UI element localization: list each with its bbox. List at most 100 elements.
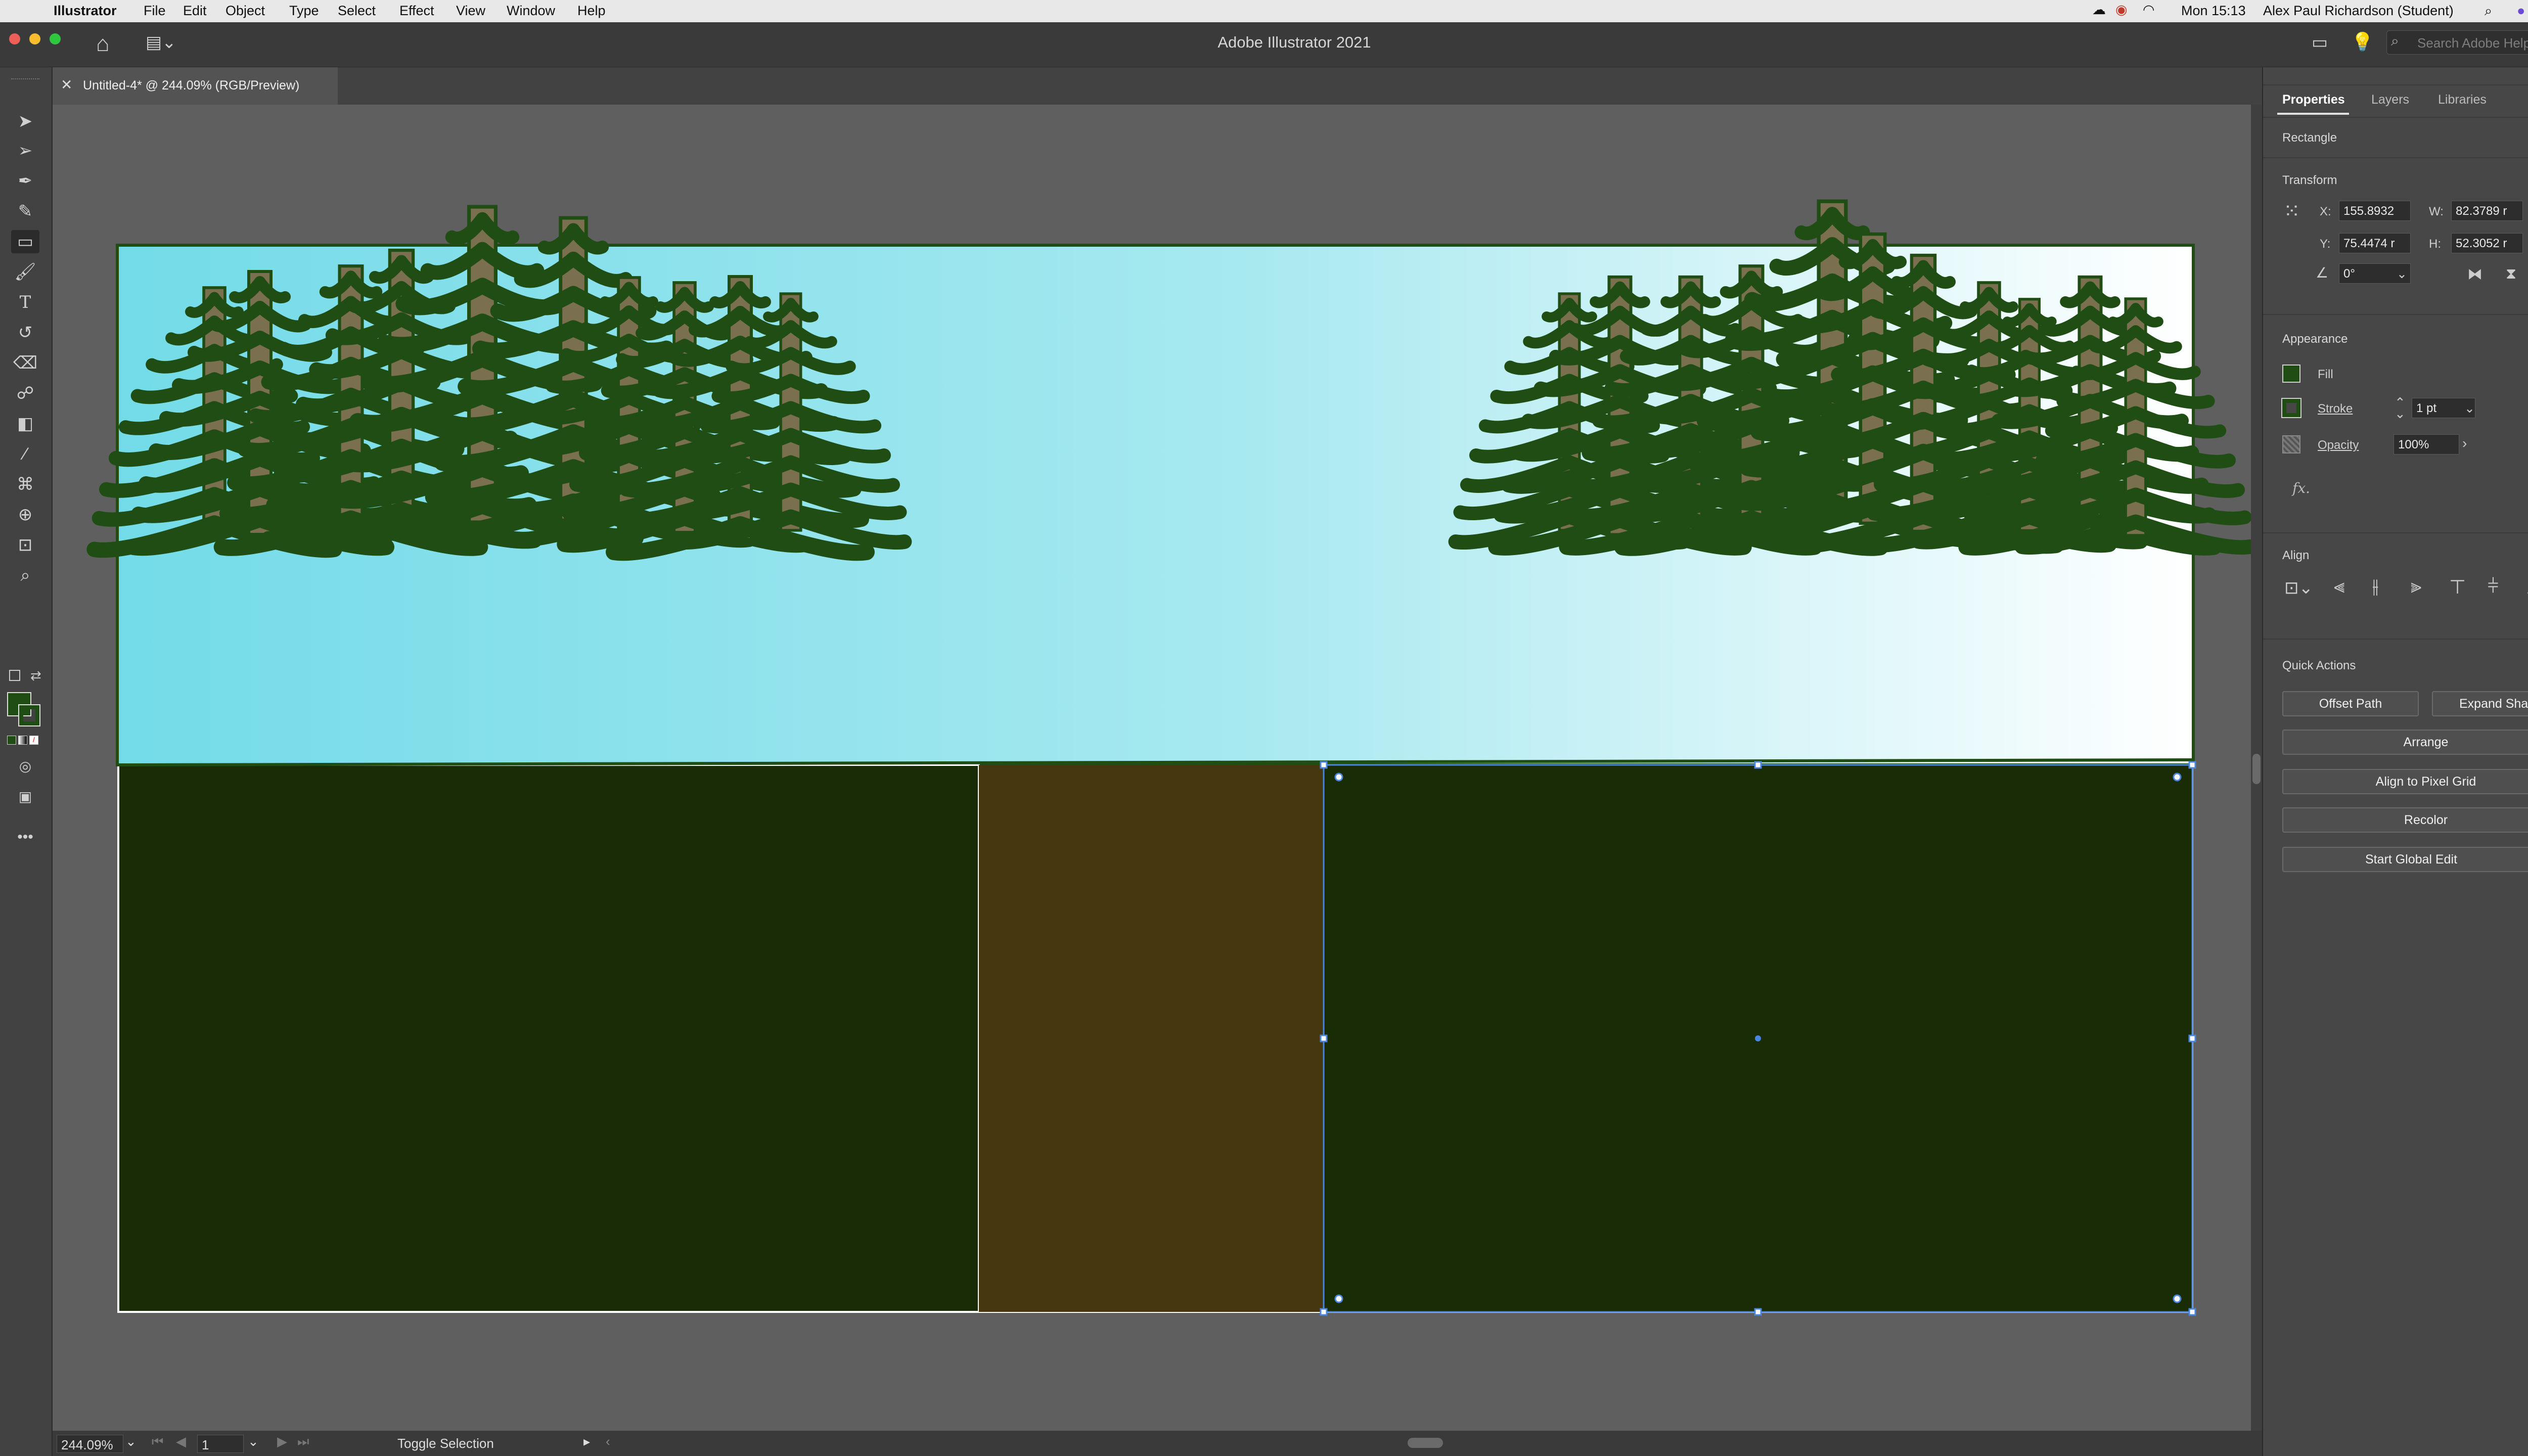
draw-mode-icon[interactable]: ◎ xyxy=(11,755,39,778)
help-search-input[interactable]: ⌕ Search Adobe Help xyxy=(2386,30,2528,55)
none-mode-icon[interactable]: / xyxy=(29,736,38,745)
stroke-dropdown-icon[interactable]: ⌄ xyxy=(2464,401,2475,416)
app-menu[interactable]: Illustrator xyxy=(54,3,117,19)
close-tab-icon[interactable]: ✕ xyxy=(61,76,72,93)
y-field[interactable]: 75.4474 r xyxy=(2339,233,2411,253)
stroke-color-swatch[interactable] xyxy=(2281,398,2301,418)
w-field[interactable]: 82.3789 r xyxy=(2451,201,2523,221)
wifi-icon[interactable]: ◠ xyxy=(2143,2,2155,18)
eraser-tool-icon[interactable]: ⌫ xyxy=(11,351,39,375)
warp-tool-icon[interactable]: ☍ xyxy=(11,382,39,405)
zoom-dropdown-icon[interactable]: ⌄ xyxy=(125,1434,137,1449)
align-bottom-icon[interactable]: ⊥ xyxy=(2526,576,2528,599)
path-rectangle[interactable] xyxy=(979,765,1324,1312)
flip-horizontal-icon[interactable]: ⧓ xyxy=(2467,265,2482,283)
shape-builder-tool-icon[interactable]: ⊕ xyxy=(11,503,39,526)
stroke-label[interactable]: Stroke xyxy=(2318,402,2353,416)
user-name[interactable]: Alex Paul Richardson (Student) xyxy=(2263,3,2454,19)
arrange-documents-icon[interactable]: ▭ xyxy=(2312,32,2328,53)
fx-effects-button[interactable]: fx. xyxy=(2292,480,2310,496)
arrange-button[interactable]: Arrange xyxy=(2282,730,2528,755)
zoom-tool-icon[interactable]: ⌕ xyxy=(11,564,39,587)
home-icon[interactable]: ⌂ xyxy=(96,31,110,57)
menu-help[interactable]: Help xyxy=(577,3,606,19)
artboard-number-field[interactable]: 1 xyxy=(197,1435,244,1453)
lightbulb-icon[interactable]: 💡 xyxy=(2351,31,2374,53)
clock[interactable]: Mon 15:13 xyxy=(2181,3,2246,19)
document-tab[interactable]: ✕ Untitled-4* @ 244.09% (RGB/Preview) xyxy=(53,67,338,105)
angle-dropdown-icon[interactable]: ⌄ xyxy=(2397,266,2407,282)
gradient-mode-icon[interactable] xyxy=(18,736,27,745)
menu-file[interactable]: File xyxy=(144,3,166,19)
edit-toolbar-icon[interactable]: ••• xyxy=(11,826,39,849)
fill-color-swatch[interactable] xyxy=(2282,365,2300,383)
scroll-left-icon[interactable]: ‹ xyxy=(606,1434,610,1449)
status-tool-label[interactable]: Toggle Selection xyxy=(397,1436,494,1451)
h-field[interactable]: 52.3052 r xyxy=(2451,233,2523,253)
artboard-tool-icon[interactable]: ⊡ xyxy=(11,533,39,557)
type-tool-icon[interactable]: T xyxy=(11,291,39,314)
close-window-button[interactable] xyxy=(9,33,20,44)
opacity-field[interactable]: 100% xyxy=(2394,434,2459,454)
menu-type[interactable]: Type xyxy=(289,3,319,19)
menu-effect[interactable]: Effect xyxy=(399,3,434,19)
tab-layers[interactable]: Layers xyxy=(2371,93,2409,107)
recording-icon[interactable]: ◉ xyxy=(2115,2,2128,18)
screen-mode-icon[interactable]: ▣ xyxy=(11,785,39,808)
reference-point-icon[interactable]: ⁙ xyxy=(2283,200,2300,223)
align-vertical-center-icon[interactable]: ⫩ xyxy=(2488,576,2499,598)
zoom-window-button[interactable] xyxy=(50,33,61,44)
recolor-button[interactable]: Recolor xyxy=(2282,807,2528,833)
tab-libraries[interactable]: Libraries xyxy=(2438,93,2487,107)
previous-artboard-icon[interactable]: ◀ xyxy=(176,1434,186,1449)
align-left-icon[interactable]: ⫷ xyxy=(2334,576,2344,598)
selection-tool-icon[interactable]: ➤ xyxy=(11,110,39,133)
workspace-switcher-icon[interactable]: ▤⌄ xyxy=(146,32,176,53)
menu-window[interactable]: Window xyxy=(507,3,555,19)
vertical-scroll-thumb[interactable] xyxy=(2252,754,2261,784)
canvas-area[interactable] xyxy=(53,105,2251,1431)
align-to-pixel-grid-button[interactable]: Align to Pixel Grid xyxy=(2282,769,2528,794)
offset-path-button[interactable]: Offset Path xyxy=(2282,691,2419,716)
eyedropper-tool-icon[interactable]: ⁄ xyxy=(11,442,39,466)
minimize-window-button[interactable] xyxy=(29,33,40,44)
flip-vertical-icon[interactable]: ⧗ xyxy=(2506,265,2516,283)
align-horizontal-center-icon[interactable]: ⫲ xyxy=(2372,576,2378,598)
next-artboard-icon[interactable]: ▶ xyxy=(277,1434,287,1449)
expand-shape-button[interactable]: Expand Shape xyxy=(2432,691,2528,716)
stroke-swatch[interactable] xyxy=(18,704,40,726)
toolbar-grip[interactable] xyxy=(11,78,39,82)
color-mode-icon[interactable] xyxy=(7,736,16,745)
creative-cloud-icon[interactable]: ☁ xyxy=(2092,2,2106,18)
last-artboard-icon[interactable]: ⏭ xyxy=(297,1434,309,1450)
stroke-stepper-icon[interactable]: ⌃ ⌄ xyxy=(2395,396,2406,420)
blend-tool-icon[interactable]: ⌘ xyxy=(11,473,39,496)
menu-view[interactable]: View xyxy=(456,3,485,19)
zoom-field[interactable]: 244.09% xyxy=(57,1435,123,1453)
artboard-dropdown-icon[interactable]: ⌄ xyxy=(248,1434,259,1449)
curvature-tool-icon[interactable]: ✎ xyxy=(11,200,39,223)
opacity-label[interactable]: Opacity xyxy=(2318,438,2359,452)
tab-properties[interactable]: Properties xyxy=(2282,93,2345,107)
default-colors-icon[interactable] xyxy=(9,670,20,681)
swap-colors-icon[interactable]: ⇄ xyxy=(30,668,41,684)
menu-edit[interactable]: Edit xyxy=(183,3,207,19)
pen-tool-icon[interactable]: ✒ xyxy=(11,169,39,193)
x-field[interactable]: 155.8932 xyxy=(2339,201,2411,221)
align-top-icon[interactable]: ⊤ xyxy=(2449,576,2466,599)
menu-select[interactable]: Select xyxy=(338,3,376,19)
opacity-expand-icon[interactable]: › xyxy=(2462,435,2467,451)
status-menu-icon[interactable]: ▸ xyxy=(583,1434,590,1449)
align-to-selection-icon[interactable]: ⊡⌄ xyxy=(2284,578,2313,598)
align-right-icon[interactable]: ⫸ xyxy=(2411,576,2421,598)
gradient-tool-icon[interactable]: ◧ xyxy=(11,412,39,435)
paintbrush-tool-icon[interactable]: 🖌 xyxy=(11,260,39,284)
menu-object[interactable]: Object xyxy=(225,3,265,19)
first-artboard-icon[interactable]: ⏮ xyxy=(152,1434,163,1450)
rectangle-tool-icon[interactable]: ▭ xyxy=(11,230,39,253)
start-global-edit-button[interactable]: Start Global Edit xyxy=(2282,847,2528,872)
rotate-tool-icon[interactable]: ↺ xyxy=(11,321,39,344)
horizontal-scroll-thumb[interactable] xyxy=(1408,1438,1443,1448)
spotlight-icon[interactable]: ⌕ xyxy=(2485,3,2492,19)
direct-selection-tool-icon[interactable]: ➢ xyxy=(11,139,39,162)
